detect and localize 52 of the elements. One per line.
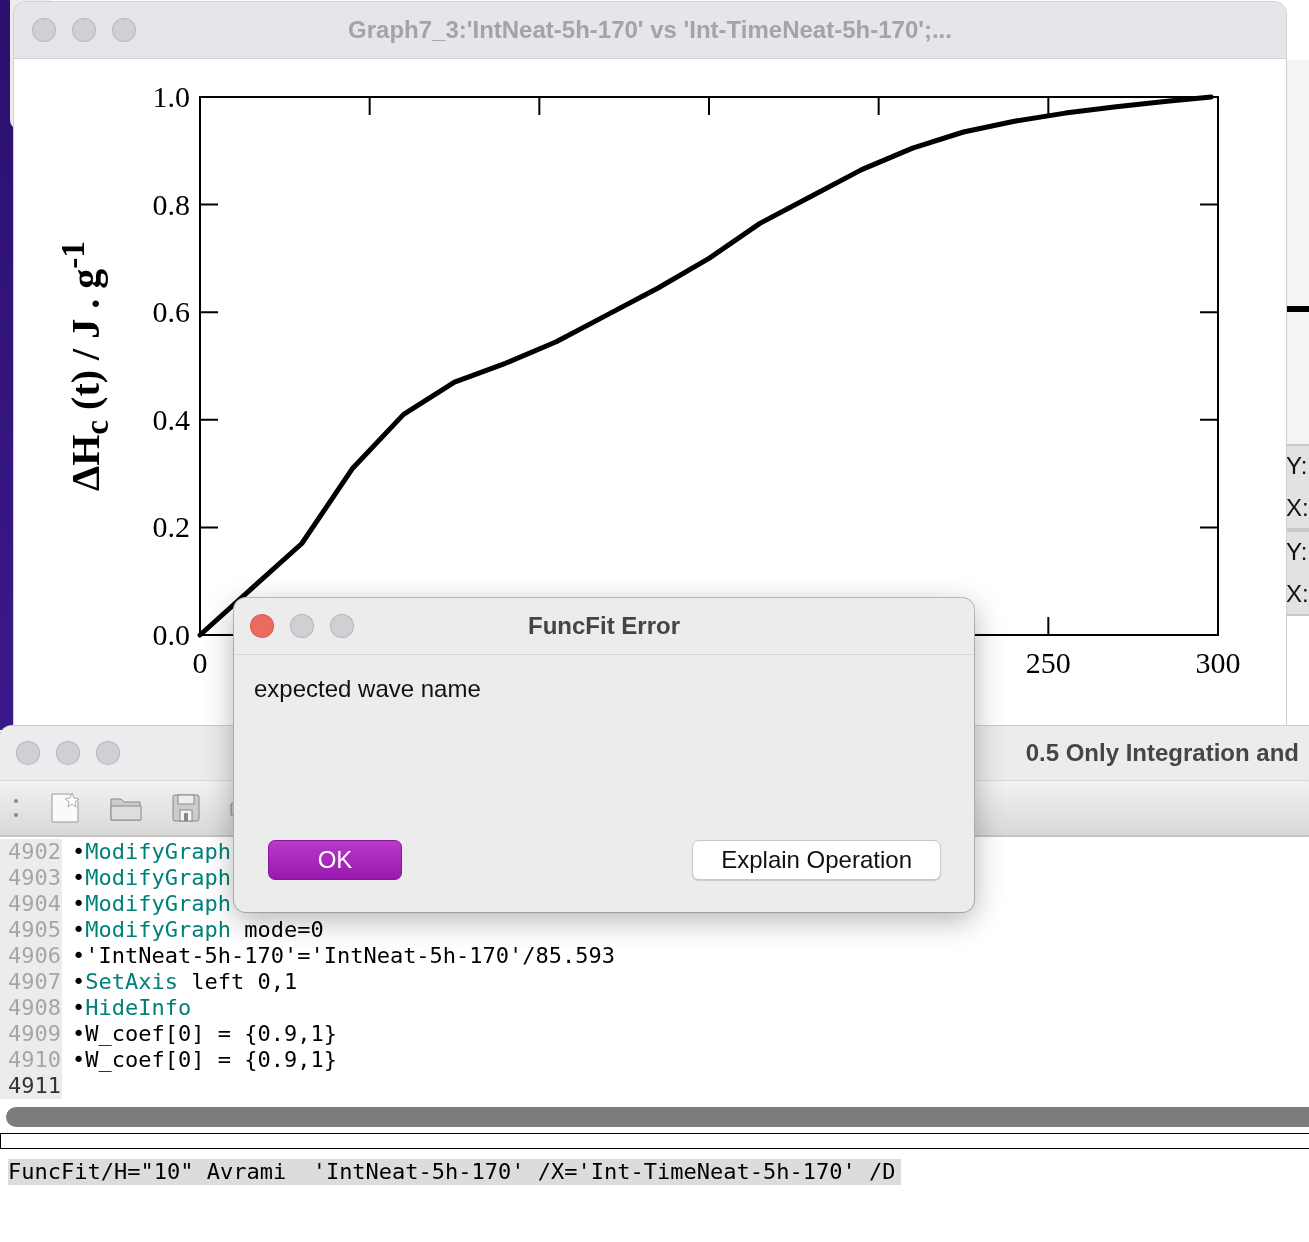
code-line: •ModifyGraph mode=0 xyxy=(72,917,324,943)
close-button[interactable] xyxy=(16,741,40,765)
code-line: •SetAxis left 0,1 xyxy=(72,969,298,995)
code-line: •W_coef[0] = {0.9,1} xyxy=(72,1021,337,1047)
window-title: 0.5 Only Integration and xyxy=(1025,739,1300,767)
readout-label: Y: xyxy=(1286,451,1309,481)
y-tick-label: 0.4 xyxy=(152,402,190,436)
code-line: •ModifyGraph xyxy=(72,891,231,917)
readout-label: X: xyxy=(1286,579,1309,609)
code-line: •ModifyGraph xyxy=(72,839,231,865)
line-number: 4905 xyxy=(7,917,62,943)
code-line: •'IntNeat-5h-170'='IntNeat-5h-170'/85.593 xyxy=(72,943,616,969)
x-tick-label: 300 xyxy=(1195,646,1241,679)
zoom-button[interactable] xyxy=(96,741,120,765)
zoom-button[interactable] xyxy=(330,614,354,638)
close-button[interactable] xyxy=(250,614,274,638)
y-tick-label: 0.6 xyxy=(152,295,190,329)
y-tick-label: 1.0 xyxy=(152,80,190,113)
new-document-icon[interactable] xyxy=(50,792,80,824)
line-number: 4902 xyxy=(7,839,62,865)
readout-label: Y: xyxy=(1286,537,1309,567)
command-text: FuncFit/H="10" Avrami 'IntNeat-5h-170' /X='Int-TimeNeat-5h-170' /D xyxy=(8,1159,902,1185)
y-tick-label: 0.8 xyxy=(152,187,190,221)
line-number: 4909 xyxy=(7,1021,62,1047)
folder-icon[interactable] xyxy=(110,795,142,821)
error-message: expected wave name xyxy=(254,675,481,703)
ok-button[interactable]: OK xyxy=(268,840,402,880)
line-number: 4911 xyxy=(7,1073,62,1099)
minimize-button[interactable] xyxy=(290,614,314,638)
x-tick-label: 0 xyxy=(192,646,208,679)
close-button[interactable] xyxy=(32,18,56,42)
line-number: 4907 xyxy=(7,969,62,995)
y-tick-label: 0.2 xyxy=(152,510,190,544)
line-number: 4904 xyxy=(7,891,62,917)
dialog-title: FuncFit Error xyxy=(528,612,680,639)
explain-button[interactable]: Explain Operation xyxy=(692,840,941,880)
window-title: Graph7_3:'IntNeat-5h-170' vs 'Int-TimeNeat-5h-170';... xyxy=(348,16,952,43)
y-tick-label: 0.0 xyxy=(152,618,190,651)
scrollbar[interactable] xyxy=(6,1107,1309,1127)
line-number: 4903 xyxy=(7,865,62,891)
code-line: •HideInfo xyxy=(72,995,192,1021)
readout-label: X: xyxy=(1286,493,1309,523)
input-field[interactable] xyxy=(0,1133,1309,1149)
minimize-button[interactable] xyxy=(56,741,80,765)
line-number: 4910 xyxy=(7,1047,62,1073)
x-tick-label: 250 xyxy=(1025,646,1071,679)
line-number: 4906 xyxy=(7,943,62,969)
zoom-button[interactable] xyxy=(112,18,136,42)
code-line: •ModifyGraph xyxy=(72,865,231,891)
minimize-button[interactable] xyxy=(72,18,96,42)
code-line: •W_coef[0] = {0.9,1} xyxy=(72,1047,337,1073)
line-number: 4908 xyxy=(7,995,62,1021)
